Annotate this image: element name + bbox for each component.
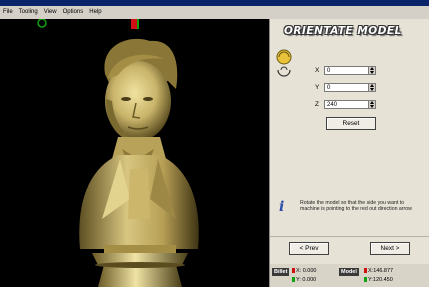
billet-y-readout: Y: 0.000 [292, 277, 316, 283]
model-label: Model [339, 268, 359, 276]
model-x-readout: X:146.877 [364, 268, 393, 274]
red-out-direction-arrow [131, 19, 137, 29]
model-y-readout: Y:120.450 [364, 277, 393, 283]
x-spinner[interactable] [368, 66, 376, 75]
menu-options[interactable]: Options [60, 6, 87, 19]
menu-bar: File Tooling View Options Help [0, 6, 429, 19]
help-text: Rotate the model so that the side you wa… [300, 200, 412, 213]
billet-x-readout: X: 0.000 [292, 268, 317, 274]
menu-help[interactable]: Help [86, 6, 104, 19]
z-spinner[interactable] [368, 100, 376, 109]
panel-title: ORIENTATE MODEL [284, 25, 402, 37]
z-label: Z [315, 101, 319, 108]
billet-label: Billet [272, 268, 290, 276]
menu-tooling[interactable]: Tooling [16, 6, 41, 19]
info-icon: i [279, 199, 285, 215]
rotate-model-icon [276, 49, 292, 77]
bust-model-render [37, 19, 199, 287]
y-label: Y [315, 84, 320, 91]
prev-button[interactable]: < Prev [289, 242, 329, 255]
model-viewport[interactable] [0, 19, 269, 287]
menu-view[interactable]: View [41, 6, 60, 19]
x-label: X [315, 67, 320, 74]
y-spinner[interactable] [368, 83, 376, 92]
reset-button[interactable]: Reset [326, 117, 376, 130]
app-window: File Tooling View Options Help ORIENTATE… [0, 0, 429, 287]
divider [270, 236, 429, 237]
next-button[interactable]: Next > [370, 242, 410, 255]
menu-file[interactable]: File [0, 6, 16, 19]
axis-origin-marker [37, 19, 47, 28]
